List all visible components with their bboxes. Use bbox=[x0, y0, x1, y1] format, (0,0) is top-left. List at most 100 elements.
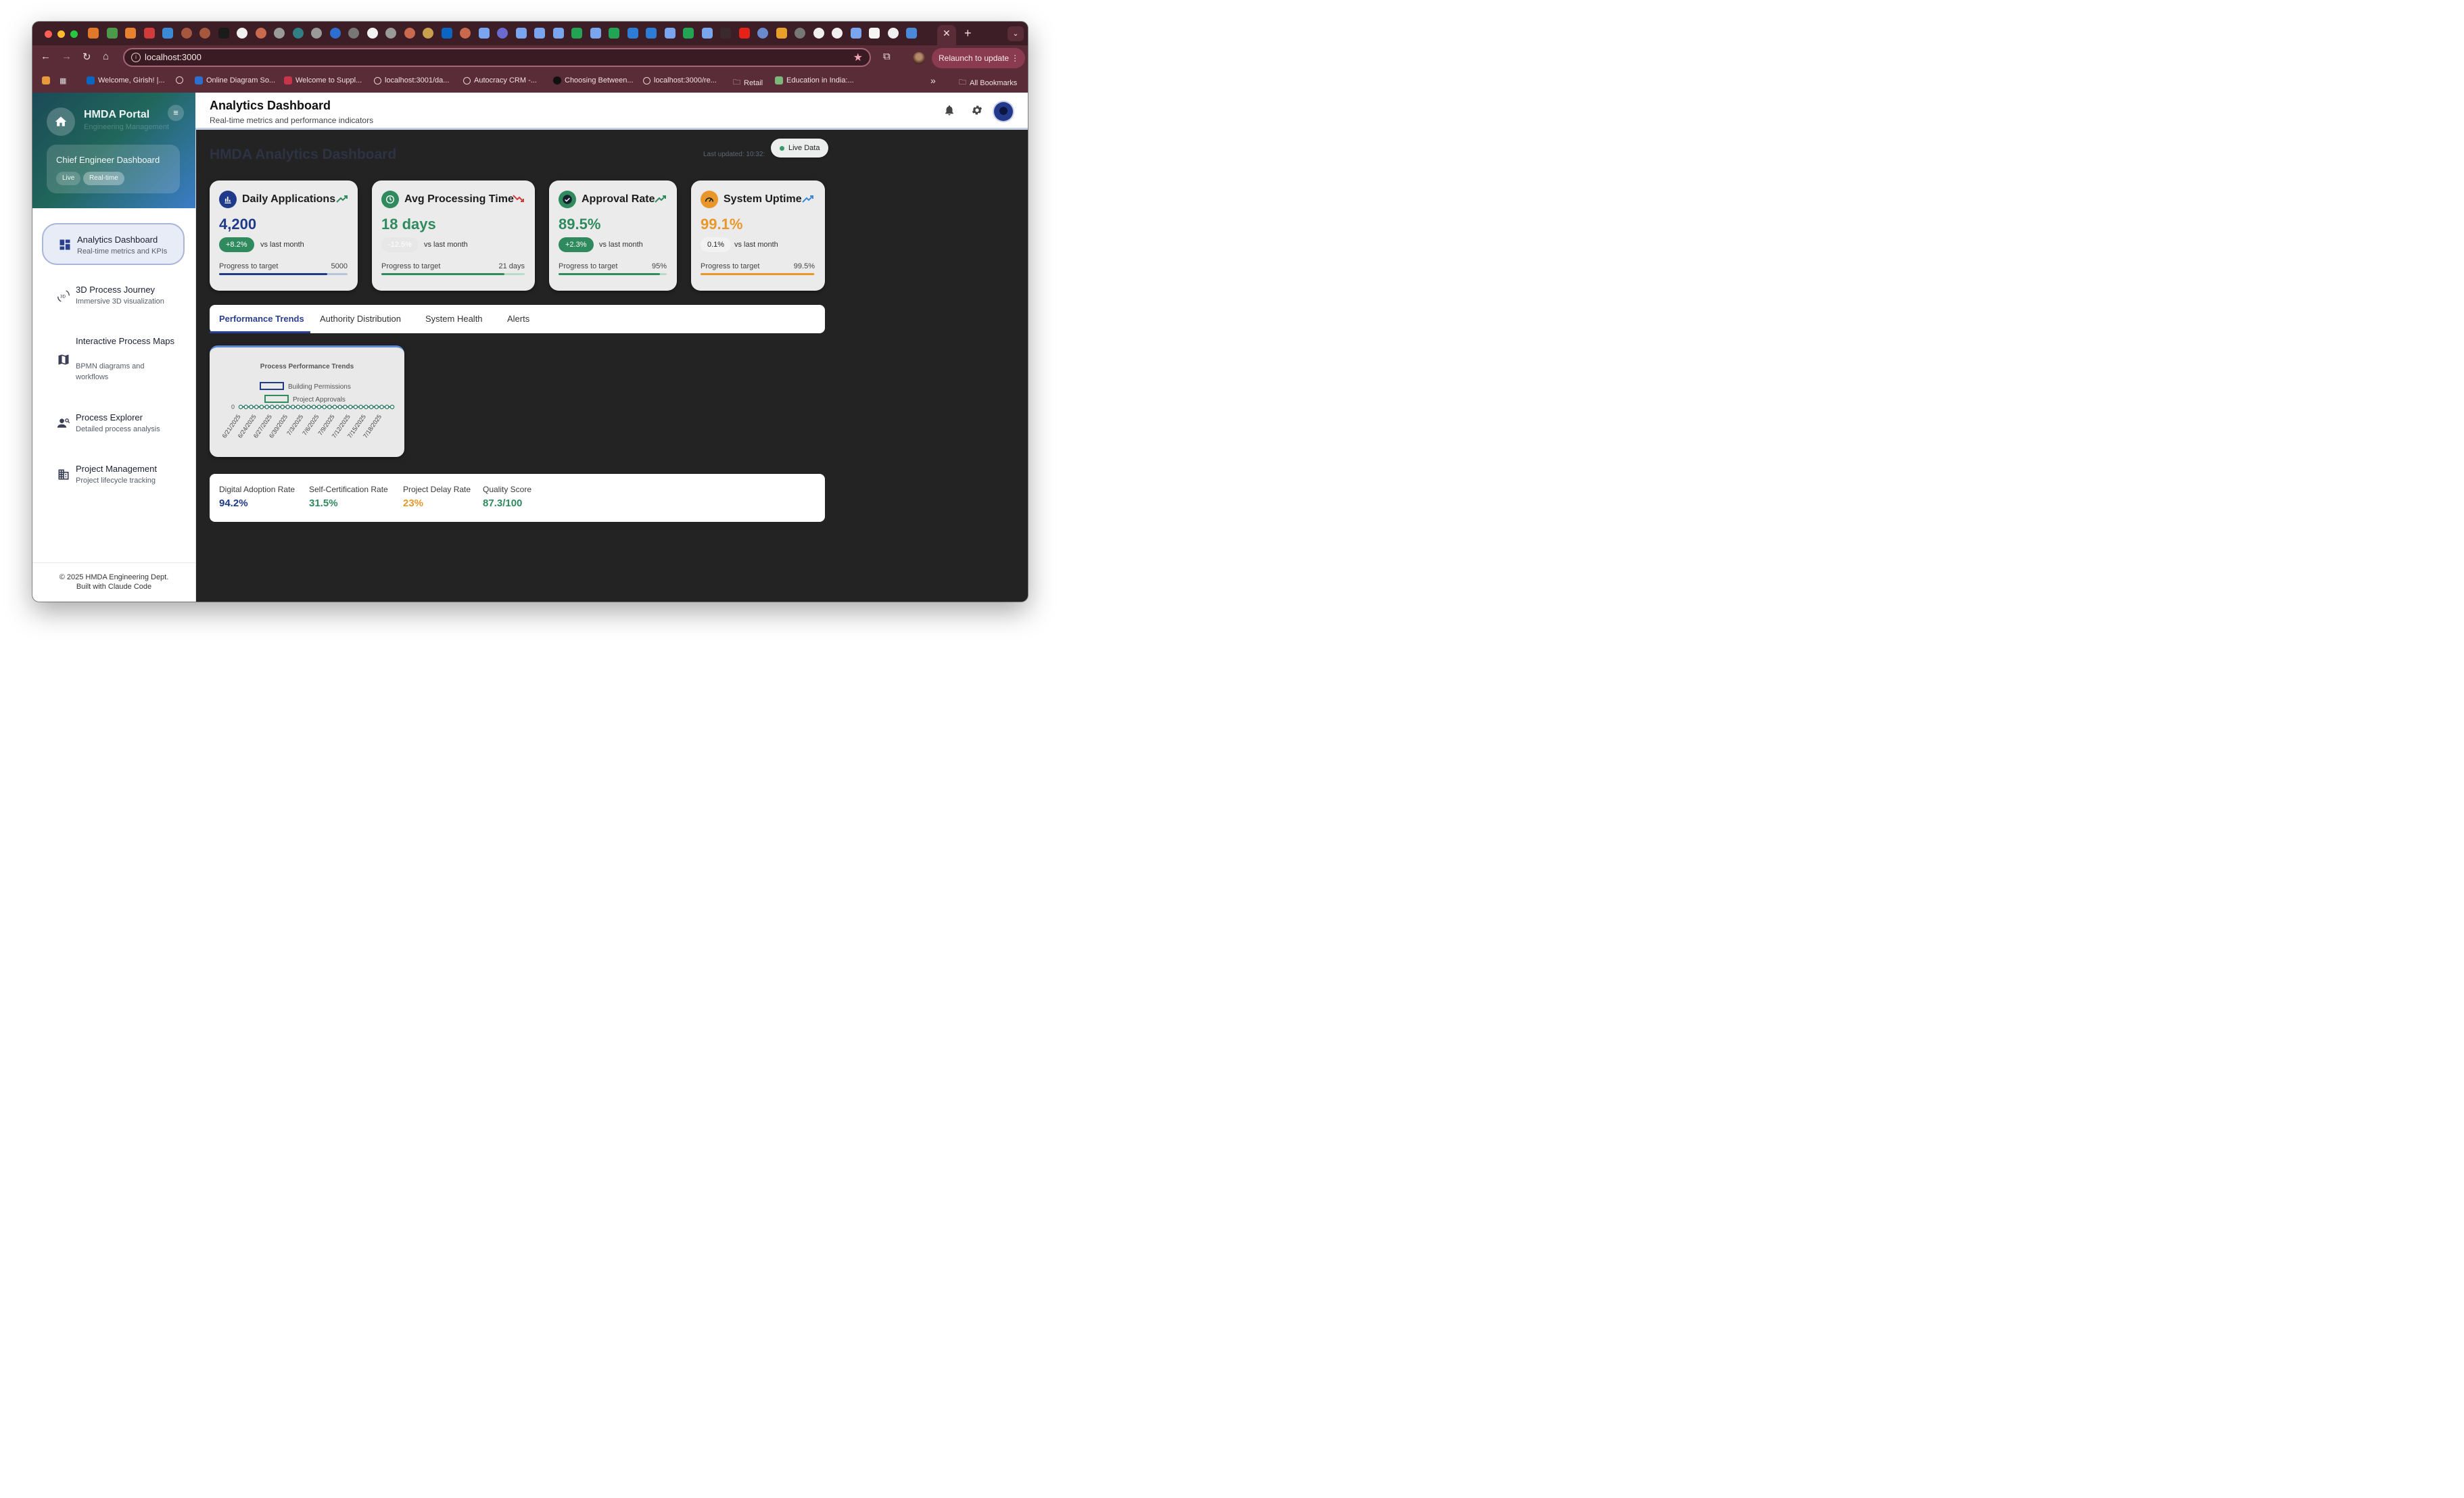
tab-favicon[interactable] bbox=[106, 28, 118, 39]
tab-favicon[interactable] bbox=[552, 28, 564, 39]
kpi-progress-fill bbox=[381, 273, 505, 275]
tab-favicon[interactable] bbox=[515, 28, 527, 39]
address-bar[interactable]: i localhost:3000 ★ bbox=[123, 48, 871, 67]
reload-icon[interactable]: ↻ bbox=[82, 51, 91, 63]
tab-favicon[interactable] bbox=[646, 28, 657, 39]
tab-favicon[interactable] bbox=[385, 28, 396, 39]
bookmark-item[interactable]: Choosing Between... bbox=[553, 76, 634, 84]
nav-process-explorer[interactable]: Process Explorer Detailed process analys… bbox=[42, 407, 185, 441]
more-menu-icon[interactable]: ⋮ bbox=[1011, 48, 1019, 68]
tab-favicon[interactable] bbox=[143, 28, 155, 39]
nav-3d-process-journey[interactable]: 3D 3D Process Journey Immersive 3D visua… bbox=[42, 279, 185, 313]
tab-favicon[interactable] bbox=[720, 28, 731, 39]
tab-favicon[interactable] bbox=[292, 28, 304, 39]
tab-favicon[interactable] bbox=[534, 28, 545, 39]
tab-favicon[interactable] bbox=[887, 28, 899, 39]
minimize-window-button[interactable] bbox=[57, 30, 65, 38]
tab-favicon[interactable] bbox=[795, 28, 805, 39]
extensions-icon[interactable]: ⧉ bbox=[883, 51, 891, 62]
tab-favicon[interactable] bbox=[906, 28, 917, 39]
tab-close-icon[interactable]: ✕ bbox=[943, 28, 951, 39]
tab-favicon[interactable] bbox=[404, 28, 415, 39]
tab-favicon[interactable] bbox=[199, 28, 210, 39]
all-bookmarks-folder[interactable]: 🗀 All Bookmarks bbox=[959, 76, 1017, 89]
tab-favicon[interactable] bbox=[813, 28, 824, 39]
tab-favicon[interactable] bbox=[274, 28, 285, 39]
tab-favicon[interactable] bbox=[162, 28, 173, 39]
site-info-icon[interactable]: i bbox=[131, 53, 141, 62]
tab-favicon[interactable] bbox=[255, 28, 266, 39]
relaunch-button[interactable]: Relaunch to update ⋮ bbox=[932, 48, 1026, 68]
home-icon[interactable]: ⌂ bbox=[103, 51, 109, 62]
nav-project-management[interactable]: Project Management Project lifecycle tra… bbox=[42, 458, 185, 492]
profile-avatar[interactable] bbox=[913, 52, 925, 64]
tab-authority-distribution[interactable]: Authority Distribution bbox=[320, 305, 401, 333]
close-window-button[interactable] bbox=[45, 30, 52, 38]
bookmark-label: Choosing Between... bbox=[565, 76, 634, 84]
bookmark-item[interactable] bbox=[176, 76, 183, 84]
bookmark-item[interactable]: Online Diagram So... bbox=[195, 76, 275, 84]
tab-performance-trends[interactable]: Performance Trends bbox=[219, 305, 304, 333]
tab-favicon[interactable] bbox=[683, 28, 694, 39]
tab-favicon[interactable] bbox=[590, 28, 601, 39]
tab-favicon[interactable] bbox=[701, 28, 713, 39]
tab-favicon[interactable] bbox=[627, 28, 638, 39]
tab-favicon[interactable] bbox=[478, 28, 490, 39]
tab-favicon[interactable] bbox=[311, 28, 322, 39]
nav-analytics-dashboard[interactable]: Analytics Dashboard Real-time metrics an… bbox=[42, 223, 185, 265]
maximize-window-button[interactable] bbox=[70, 30, 78, 38]
tab-favicon[interactable] bbox=[181, 28, 192, 39]
tab-favicon[interactable] bbox=[125, 28, 136, 39]
building-icon bbox=[58, 469, 69, 480]
tab-system-health[interactable]: System Health bbox=[425, 305, 483, 333]
bookmark-item[interactable]: Autocracy CRM -... bbox=[463, 76, 537, 84]
home-icon[interactable] bbox=[47, 107, 75, 136]
user-avatar[interactable] bbox=[994, 102, 1013, 121]
bookmark-item[interactable]: localhost:3001/da... bbox=[374, 76, 449, 84]
bookmark-item[interactable]: localhost:3000/re... bbox=[643, 76, 717, 84]
new-tab-icon[interactable]: + bbox=[964, 26, 972, 41]
tab-favicon[interactable] bbox=[664, 28, 676, 39]
tab-favicon[interactable] bbox=[348, 28, 359, 39]
bookmark-folder[interactable]: 🗀 Retail bbox=[733, 76, 763, 89]
bookmark-item[interactable]: Welcome to Suppl... bbox=[284, 76, 362, 84]
role-card: Chief Engineer Dashboard Live Real-time bbox=[47, 145, 180, 193]
tab-favicon[interactable] bbox=[441, 28, 452, 39]
tab-favicon[interactable] bbox=[832, 28, 843, 39]
tab-favicons bbox=[88, 28, 921, 39]
tab-favicon[interactable] bbox=[329, 28, 341, 39]
tab-favicon[interactable] bbox=[88, 28, 99, 39]
bookmark-item[interactable]: Education in India:... bbox=[775, 76, 854, 84]
tab-alerts[interactable]: Alerts bbox=[507, 305, 529, 333]
nav-interactive-process-maps[interactable]: Interactive Process Maps BPMN diagrams a… bbox=[42, 331, 185, 385]
notifications-icon[interactable] bbox=[943, 104, 955, 116]
back-icon[interactable]: ← bbox=[41, 51, 51, 62]
more-bookmarks-icon[interactable]: » bbox=[930, 75, 936, 86]
tab-favicon[interactable] bbox=[609, 28, 619, 39]
forward-icon[interactable]: → bbox=[62, 51, 72, 62]
menu-icon[interactable]: ≡ bbox=[168, 105, 184, 121]
tab-favicon[interactable] bbox=[776, 28, 787, 39]
tab-favicon[interactable] bbox=[757, 28, 768, 39]
tab-favicon[interactable] bbox=[423, 28, 433, 39]
kpi-title: Approval Rate bbox=[582, 193, 655, 205]
tab-favicon[interactable] bbox=[366, 28, 378, 39]
tab-search-button[interactable]: ⌄ bbox=[1008, 26, 1024, 41]
tab-favicon[interactable] bbox=[869, 28, 880, 39]
tab-favicon[interactable] bbox=[237, 28, 247, 39]
bookmark-star-icon[interactable]: ★ bbox=[853, 51, 863, 64]
nav-desc: Detailed process analysis bbox=[76, 425, 160, 433]
apps-bookmark[interactable] bbox=[42, 76, 50, 84]
tab-favicon[interactable] bbox=[850, 28, 861, 39]
bookmark-item[interactable]: Welcome, Girish! |... bbox=[87, 76, 165, 84]
tab-favicon[interactable] bbox=[571, 28, 582, 39]
settings-icon[interactable] bbox=[971, 104, 983, 116]
grid-apps-icon[interactable]: ▦ bbox=[60, 76, 66, 85]
tab-favicon[interactable] bbox=[460, 28, 471, 39]
nav-label: 3D Process Journey bbox=[76, 285, 156, 295]
kpi-target: 5000 bbox=[331, 262, 348, 270]
tab-favicon[interactable] bbox=[738, 28, 750, 39]
tab-favicon[interactable] bbox=[497, 28, 508, 39]
url-text[interactable]: localhost:3000 bbox=[145, 52, 202, 62]
tab-favicon[interactable] bbox=[218, 28, 229, 39]
